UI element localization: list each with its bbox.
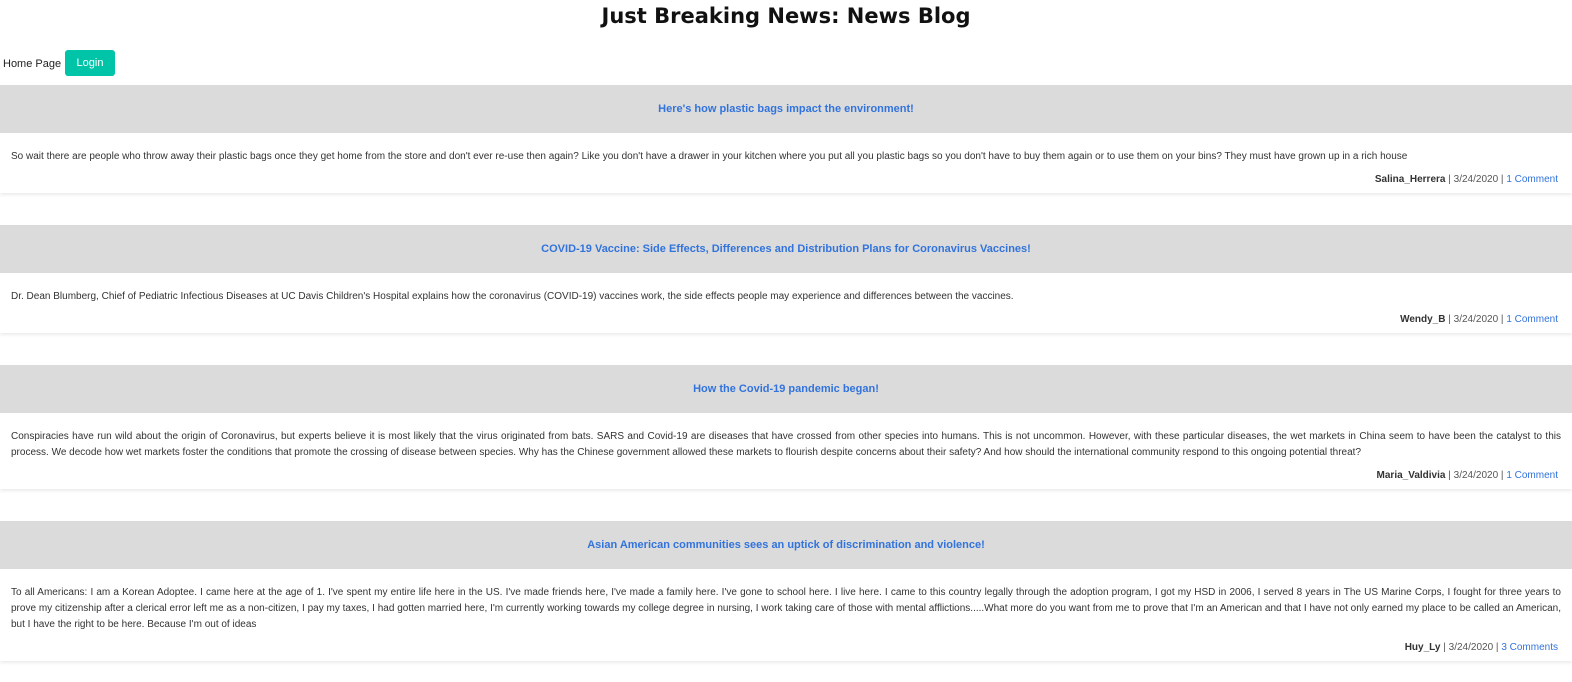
post-meta: Salina_Herrera | 3/24/2020 | 1 Comment xyxy=(0,165,1572,193)
login-button[interactable]: Login xyxy=(65,50,115,76)
post-title-link[interactable]: Asian American communities sees an uptic… xyxy=(587,539,985,551)
post-author: Maria_Valdivia xyxy=(1376,470,1446,481)
post-comments-link[interactable]: 1 Comment xyxy=(1506,174,1558,185)
post-author: Salina_Herrera xyxy=(1374,174,1446,185)
post-body: Dr. Dean Blumberg, Chief of Pediatric In… xyxy=(11,291,1014,302)
post-body: So wait there are people who throw away … xyxy=(11,151,1408,162)
post-body: Conspiracies have run wild about the ori… xyxy=(11,431,1561,458)
post-title-link[interactable]: How the Covid-19 pandemic began! xyxy=(693,383,879,395)
post-list: Here's how plastic bags impact the envir… xyxy=(0,85,1572,661)
post-author: Wendy_B xyxy=(1400,314,1446,325)
post-title-link[interactable]: COVID-19 Vaccine: Side Effects, Differen… xyxy=(541,243,1031,255)
post-date: 3/24/2020 xyxy=(1453,314,1499,325)
post-card: How the Covid-19 pandemic began! Conspir… xyxy=(0,365,1572,489)
post-header: COVID-19 Vaccine: Side Effects, Differen… xyxy=(0,225,1572,273)
post-date: 3/24/2020 xyxy=(1448,642,1494,653)
post-header: Here's how plastic bags impact the envir… xyxy=(0,85,1572,133)
post-title-link[interactable]: Here's how plastic bags impact the envir… xyxy=(658,103,914,115)
post-date: 3/24/2020 xyxy=(1453,470,1499,481)
post-comments-link[interactable]: 1 Comment xyxy=(1506,314,1558,325)
post-comments-link[interactable]: 1 Comment xyxy=(1506,470,1558,481)
post-date: 3/24/2020 xyxy=(1453,174,1499,185)
post-header: How the Covid-19 pandemic began! xyxy=(0,365,1572,413)
post-card: Here's how plastic bags impact the envir… xyxy=(0,85,1572,193)
post-card: COVID-19 Vaccine: Side Effects, Differen… xyxy=(0,225,1572,333)
home-page-link[interactable]: Home Page xyxy=(3,58,61,70)
top-nav: Home Page Login xyxy=(0,50,1572,85)
post-meta: Maria_Valdivia | 3/24/2020 | 1 Comment xyxy=(0,461,1572,489)
post-header: Asian American communities sees an uptic… xyxy=(0,521,1572,569)
post-card: Asian American communities sees an uptic… xyxy=(0,521,1572,661)
post-body: To all Americans: I am a Korean Adoptee.… xyxy=(11,587,1561,630)
post-meta: Huy_Ly | 3/24/2020 | 3 Comments xyxy=(0,633,1572,661)
post-author: Huy_Ly xyxy=(1404,642,1441,653)
site-title: Just Breaking News: News Blog xyxy=(601,4,971,28)
post-comments-link[interactable]: 3 Comments xyxy=(1501,642,1558,653)
post-meta: Wendy_B | 3/24/2020 | 1 Comment xyxy=(0,305,1572,333)
